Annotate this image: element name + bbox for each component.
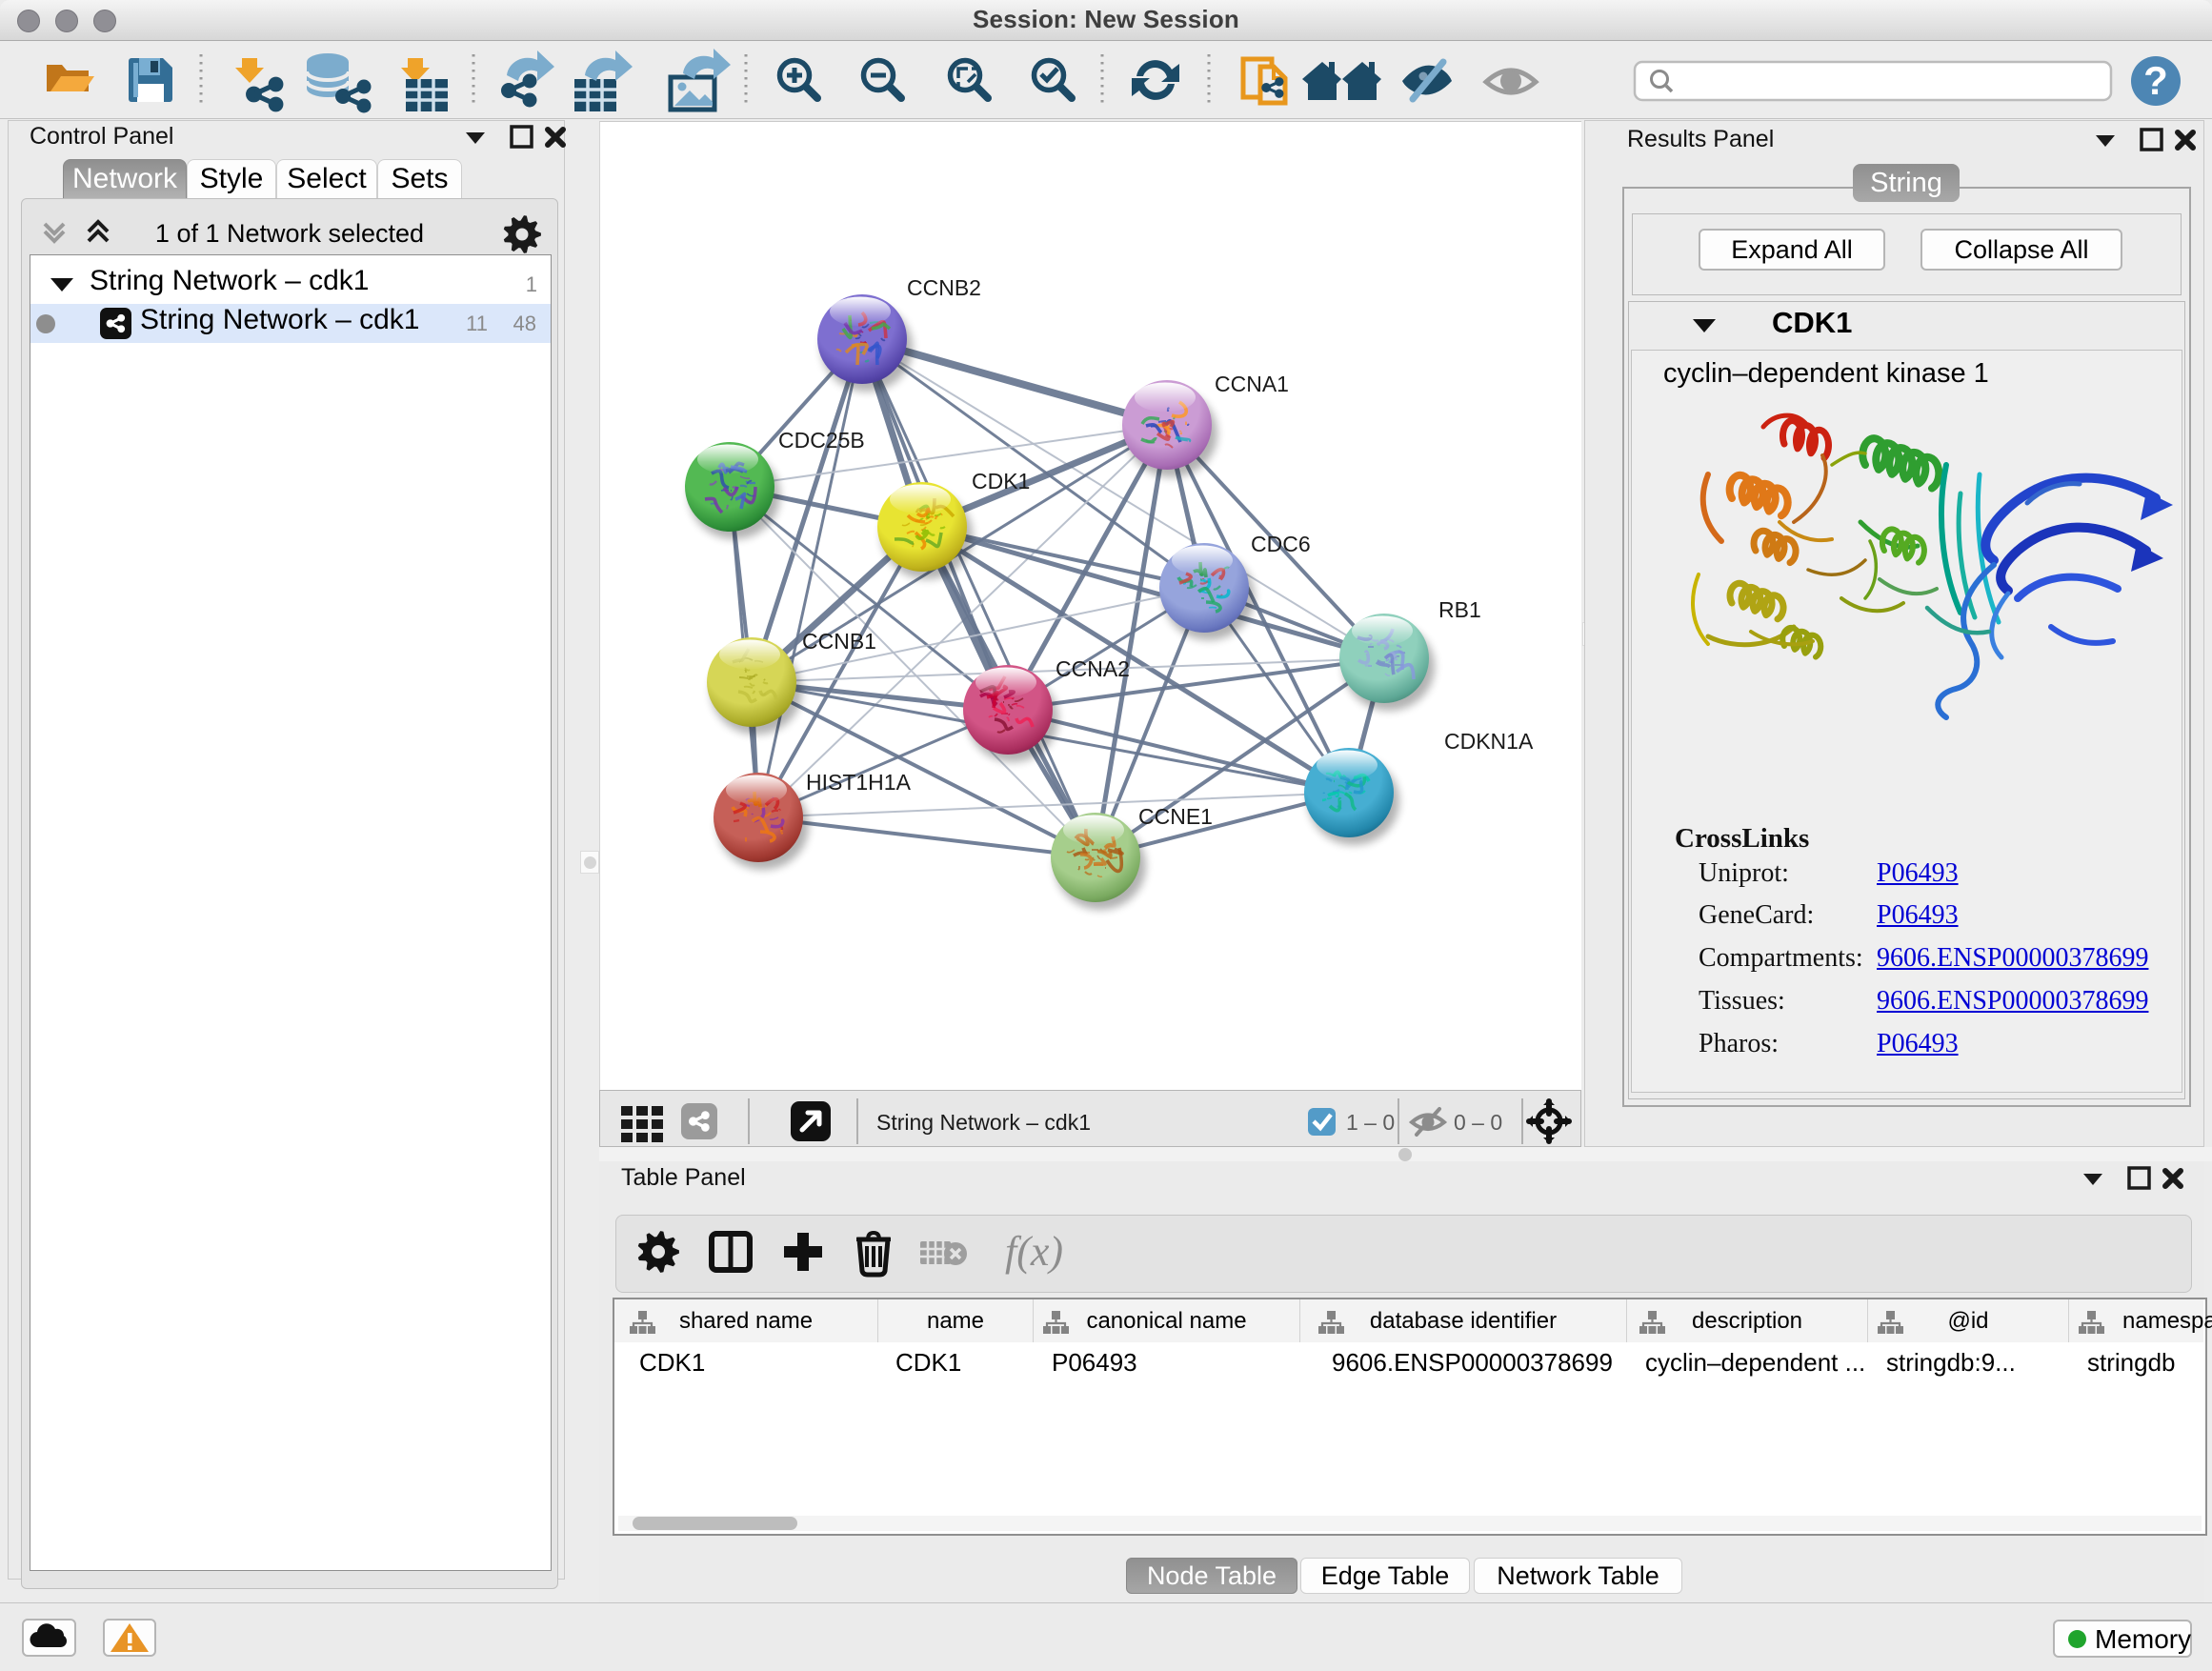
svg-text:CCNB1: CCNB1	[802, 629, 876, 654]
svg-text:f(x): f(x)	[1005, 1228, 1063, 1275]
svg-text:CCNE1: CCNE1	[1138, 804, 1213, 829]
svg-text:1 – 0: 1 – 0	[1346, 1110, 1395, 1135]
svg-text:String Network – cdk1: String Network – cdk1	[876, 1110, 1091, 1135]
svg-text:CDKN1A: CDKN1A	[1444, 729, 1534, 754]
svg-text:CCNA2: CCNA2	[1056, 656, 1130, 681]
svg-text:CCNB2: CCNB2	[907, 275, 981, 300]
svg-text:CDC6: CDC6	[1251, 532, 1311, 556]
svg-text:CCNA1: CCNA1	[1215, 372, 1289, 396]
svg-text:RB1: RB1	[1438, 597, 1481, 622]
svg-text:CDK1: CDK1	[972, 469, 1030, 493]
svg-text:?: ?	[2143, 58, 2168, 103]
svg-text:0 – 0: 0 – 0	[1454, 1110, 1502, 1135]
svg-text:CDC25B: CDC25B	[778, 428, 865, 453]
svg-text:HIST1H1A: HIST1H1A	[806, 770, 912, 795]
